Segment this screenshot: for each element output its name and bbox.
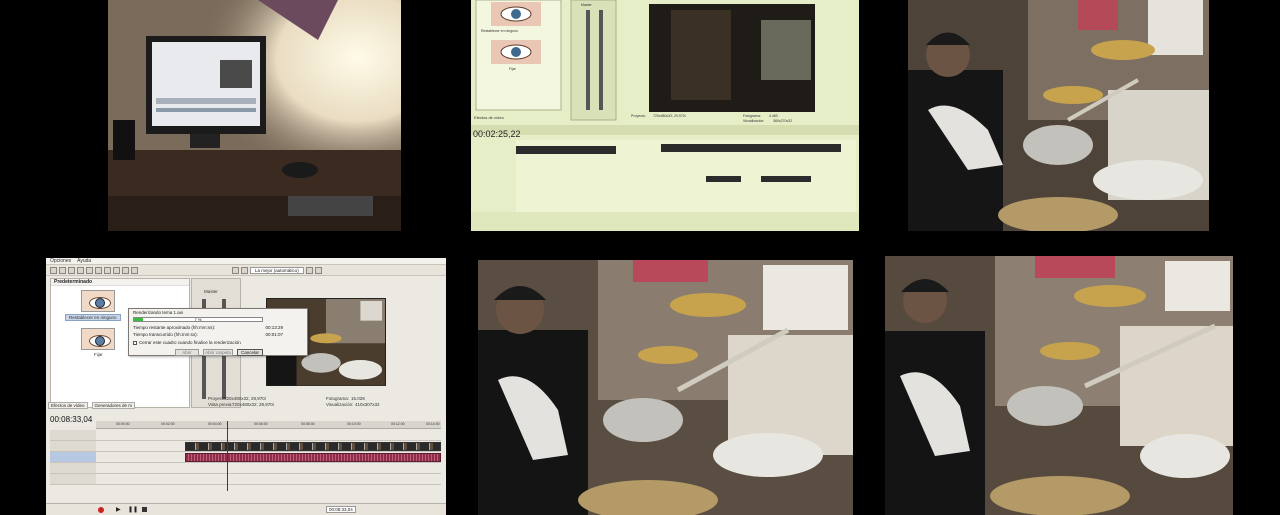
render-dialog: Renderizando tema 1.avi 7 % Tiempo resta… [128,308,308,356]
monitor-mixer-label: Master [581,3,592,7]
preview-value: 720x480x32; 29,970i [232,402,274,407]
save-snapshot-icon[interactable] [314,266,322,274]
remaining-value: 00:13:29 [265,325,283,330]
open-folder-button[interactable]: Abrir carpeta [203,349,233,356]
desk-scene [108,0,401,231]
preset-fix-label[interactable]: Fijar [94,352,103,357]
drummer-close-scene [908,0,1209,231]
monitor-frame-value: 4.460 [769,114,778,118]
monitor-frame-label: Fotograma: [743,114,761,118]
photo-drummer-close [908,0,1209,231]
display-value: 410x307x32 [355,402,380,407]
tab-video-fx[interactable]: Efectos de vídeo [48,402,88,409]
ruler-tick: 00:06:00 [254,422,268,426]
close-when-done-label: Cerrar este cuadro cuando finalice la re… [139,340,241,345]
monitor-project-label: Proyecto: [631,114,646,118]
audio-clip[interactable] [185,453,441,462]
track-header[interactable] [50,452,96,462]
playhead-cursor[interactable] [227,421,228,491]
monitor-timecode: 00:02:25,22 [473,129,521,139]
monitor-display-value: 360x270x32 [773,119,793,123]
track-3[interactable] [50,452,441,463]
preview-label: Vista previa: [208,402,233,407]
open-icon[interactable] [50,266,57,274]
video-clip[interactable] [185,442,441,451]
track-2[interactable] [50,441,441,452]
ruler-tick: 00:14:00 [426,422,440,426]
fx-header: Predeterminado [51,279,189,286]
preset-reset-thumb-icon[interactable] [81,290,115,312]
transport-bar: ▶ ❚❚ 00:08:33,04 [46,503,446,515]
monitor-display-label: Visualización: [743,119,765,123]
photo-desk-monitor [108,0,401,231]
display-label: Visualización: [326,402,354,407]
cut-icon[interactable] [77,266,84,274]
toolbar: La mejor (automático) [46,265,446,276]
quality-select[interactable]: La mejor (automático) [250,266,304,274]
frame-label: Fotograma: [326,396,350,401]
track-header[interactable] [50,463,96,473]
track-header[interactable] [50,441,96,451]
drummer-medium-scene [478,260,853,515]
fx-tabs: Efectos de vídeo Generadores de m [46,402,191,409]
track-5[interactable] [50,474,441,485]
ruler-tick: 00:12:00 [391,422,405,426]
envelope-icon[interactable] [131,266,138,274]
render-progress-bar: 7 % [133,317,263,322]
copy-snapshot-icon[interactable] [305,266,313,274]
ruler-tick: 00:00:00 [116,422,130,426]
ruler-tick: 00:02:00 [161,422,175,426]
timeline-ruler[interactable]: 00:00:00 00:02:00 00:04:00 00:06:00 00:0… [96,421,441,429]
elapsed-label: Tiempo transcurrido (hh:mm:ss): [133,332,198,337]
pause-icon[interactable]: ❚❚ [128,506,138,513]
stop-icon[interactable] [142,507,147,512]
preset-reset-label[interactable]: Restablecer en ninguno [65,314,121,321]
menu-bar: Opciones Ayuda [46,258,446,265]
monitor-fx-tab: Efectos de vídeo [474,115,504,120]
editor-window: Opciones Ayuda La mejor (automático) Pre… [46,258,446,515]
menu-options[interactable]: Opciones [50,258,71,264]
status-timecode: 00:08:33,04 [326,506,356,513]
close-when-done-checkbox[interactable] [133,341,137,345]
copy-icon[interactable] [86,266,93,274]
track-1[interactable] [50,430,441,441]
remaining-label: Tiempo restante aproximado (hh:mm:ss): [133,325,216,330]
monitor-preset-fix: Fijar [509,67,516,71]
ruler-tick: 00:10:00 [347,422,361,426]
track-header[interactable] [50,474,96,484]
render-title: Renderizando tema 1.avi [133,310,184,315]
render-percent: 7 % [194,317,202,322]
photo-editor-screen: 00:02:25,22 Efectos de vídeo Restablecer… [471,0,859,231]
cancel-button[interactable]: Cancelar [237,349,263,356]
play-icon[interactable]: ▶ [116,506,121,513]
paste-icon[interactable] [95,266,102,274]
ruler-tick: 00:08:00 [301,422,315,426]
preset-fix-thumb-icon[interactable] [81,328,115,350]
track-header[interactable] [50,430,96,440]
project-value: 720x480x32; 29,970i [224,396,266,401]
save-icon[interactable] [59,266,66,274]
tab-media-generators[interactable]: Generadores de m [91,402,136,409]
undo-icon[interactable] [104,266,111,274]
print-icon[interactable] [68,266,75,274]
ruler-tick: 00:04:00 [208,422,222,426]
monitor-project-value: 720x480x32; 29,970i [653,114,686,118]
mixer-label: Master [204,289,218,294]
monitor-preset-reset: Restablecer en ninguno [481,29,518,33]
record-icon[interactable] [98,507,104,513]
elapsed-value: 00:01:07 [265,332,283,337]
snap-icon[interactable] [122,266,129,274]
frame-value: 15.028 [351,396,365,401]
redo-icon[interactable] [113,266,120,274]
photo-drummer-wide [885,256,1233,515]
menu-help[interactable]: Ayuda [77,258,91,264]
photo-drummer-medium [478,260,853,515]
split-icon[interactable] [241,266,248,274]
drummer-wide-scene [885,256,1233,515]
open-button[interactable]: Abrir [175,349,199,356]
track-4[interactable] [50,463,441,474]
timeline-timecode: 00:08:33,04 [50,415,93,424]
preview-icon[interactable] [232,266,239,274]
